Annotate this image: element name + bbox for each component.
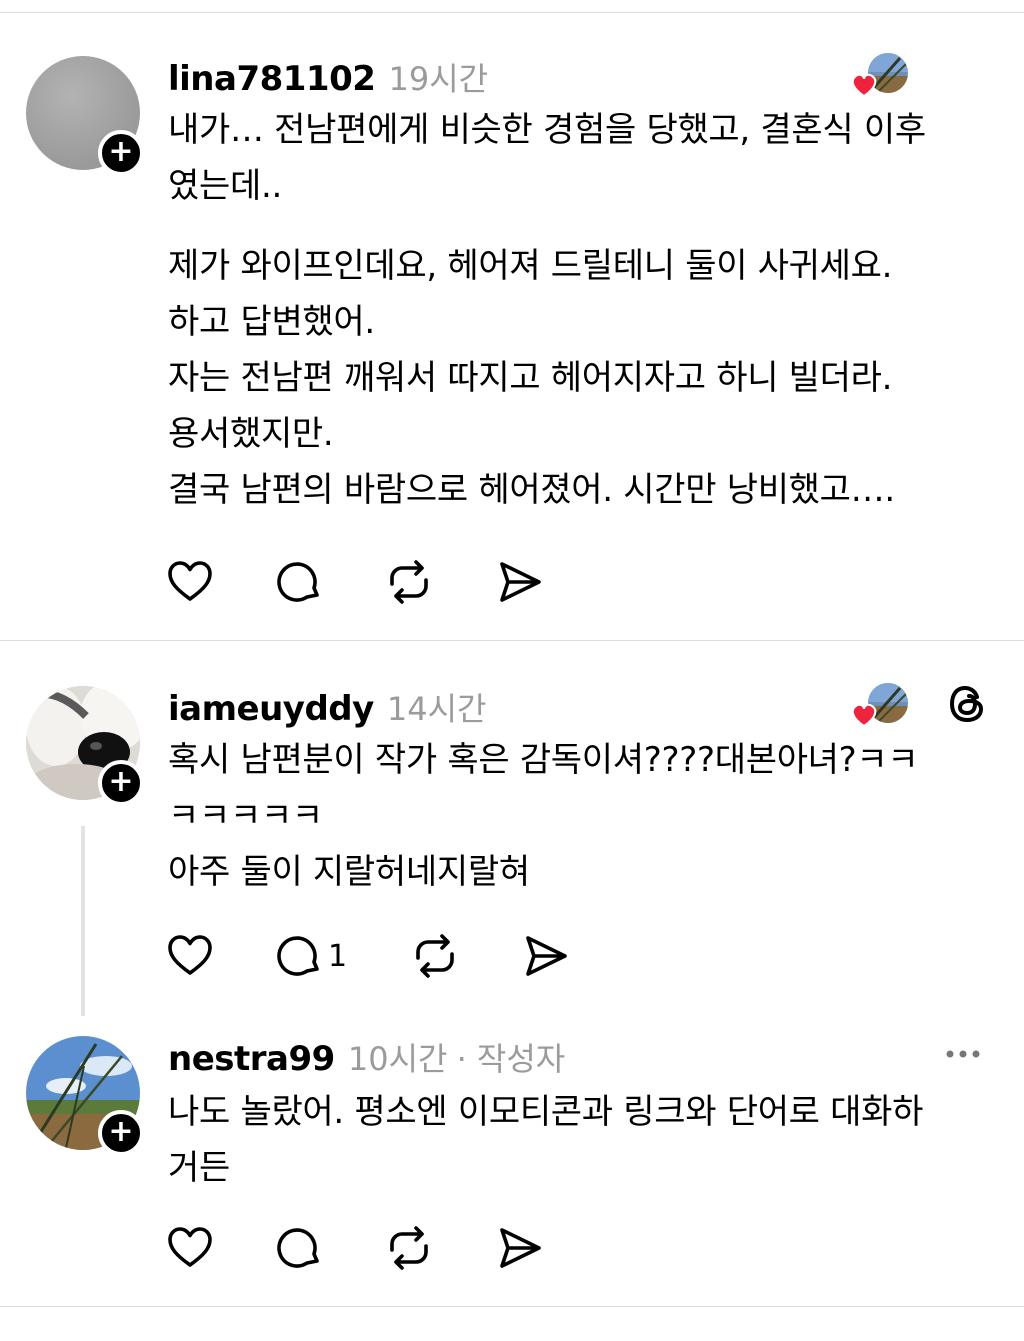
like-button[interactable] [166, 1223, 214, 1273]
post-text-line: 하고 답변했어. [168, 302, 375, 342]
heart-outline-icon [168, 1227, 212, 1267]
speech-bubble-icon [277, 562, 319, 602]
post-text-line: ㅋㅋㅋㅋㅋ [168, 796, 323, 836]
follow-plus-icon[interactable]: + [98, 1110, 144, 1156]
send-icon [500, 1228, 541, 1268]
username[interactable]: iameuyddy [168, 689, 374, 729]
post-header: nestra99 10시간 · 작성자 [168, 1034, 565, 1079]
post-body: 나도 놀랐어. 평소엔 이모티콘과 링크와 단어로 대화하 거든 [168, 1084, 998, 1196]
post-text-line: 결국 남편의 바람으로 헤어졌어. 시간만 낭비했고…. [168, 470, 895, 510]
timestamp: 14시간 [386, 690, 487, 728]
send-icon [500, 562, 541, 602]
share-button[interactable] [522, 931, 570, 981]
post-text-line: 혹시 남편분이 작가 혹은 감독이셔????대본아녀?ㅋㅋ [168, 740, 919, 780]
username[interactable]: nestra99 [168, 1039, 335, 1079]
like-button[interactable] [166, 931, 214, 981]
post-body: 혹시 남편분이 작가 혹은 감독이셔????대본아녀?ㅋㅋ ㅋㅋㅋㅋㅋ 아주 둘… [168, 732, 998, 900]
avatar-container[interactable]: + [26, 56, 144, 176]
repost-button[interactable] [384, 1223, 434, 1273]
timestamp: 19시간 [388, 60, 489, 98]
timestamp: 10시간 [347, 1040, 448, 1078]
reply-button[interactable] [276, 1223, 324, 1273]
post-text-line: 자는 전남편 깨워서 따지고 헤어지자고 하니 빌더라. [168, 358, 893, 398]
repost-icon [390, 560, 428, 604]
author-tag: · 작성자 [456, 1040, 566, 1078]
top-divider [0, 12, 1024, 13]
thread-connector [81, 826, 85, 1016]
reply-button[interactable] [276, 557, 324, 607]
reply-count: 1 [328, 938, 348, 974]
heart-outline-icon [168, 561, 212, 601]
threads-logo-icon[interactable] [948, 684, 988, 724]
speech-bubble-icon [277, 1228, 319, 1268]
repost-button[interactable] [384, 557, 434, 607]
repost-icon [416, 934, 454, 978]
liked-by-author-icon [848, 682, 914, 730]
post-text-line: 나도 놀랐어. 평소엔 이모티콘과 링크와 단어로 대화하 [168, 1092, 924, 1132]
speech-bubble-icon [277, 936, 319, 976]
post-text-line: 제가 와이프인데요, 헤어져 드릴테니 둘이 사귀세요. [168, 246, 893, 286]
repost-icon [390, 1226, 428, 1270]
repost-button[interactable] [410, 931, 460, 981]
like-button[interactable] [166, 557, 214, 607]
bottom-divider [0, 1306, 1024, 1307]
share-button[interactable] [496, 1223, 544, 1273]
liked-by-author-icon [848, 52, 914, 100]
post-header: iameuyddy 14시간 [168, 684, 487, 729]
username[interactable]: lina781102 [168, 59, 376, 99]
follow-plus-icon[interactable]: + [98, 130, 144, 176]
heart-outline-icon [168, 935, 212, 975]
post-divider [0, 640, 1024, 641]
post-text-line: 였는데.. [168, 166, 282, 206]
follow-plus-icon[interactable]: + [98, 760, 144, 806]
post-text-line: 용서했지만. [168, 414, 334, 454]
avatar-container[interactable]: + [26, 686, 144, 806]
more-dots-icon[interactable] [944, 1034, 984, 1082]
post-text-line: 아주 둘이 지랄허네지랄혀 [168, 852, 530, 892]
post-body: 내가… 전남편에게 비슷한 경험을 당했고, 결혼식 이후 였는데.. 제가 와… [168, 102, 998, 518]
share-button[interactable] [496, 557, 544, 607]
post-text-line: 거든 [168, 1148, 230, 1188]
post-text-line: 내가… 전남편에게 비슷한 경험을 당했고, 결혼식 이후 [168, 110, 926, 150]
send-icon [526, 936, 567, 976]
reply-button[interactable]: 1 [276, 931, 347, 981]
avatar-container[interactable]: + [26, 1036, 144, 1156]
post-header: lina781102 19시간 [168, 54, 488, 99]
